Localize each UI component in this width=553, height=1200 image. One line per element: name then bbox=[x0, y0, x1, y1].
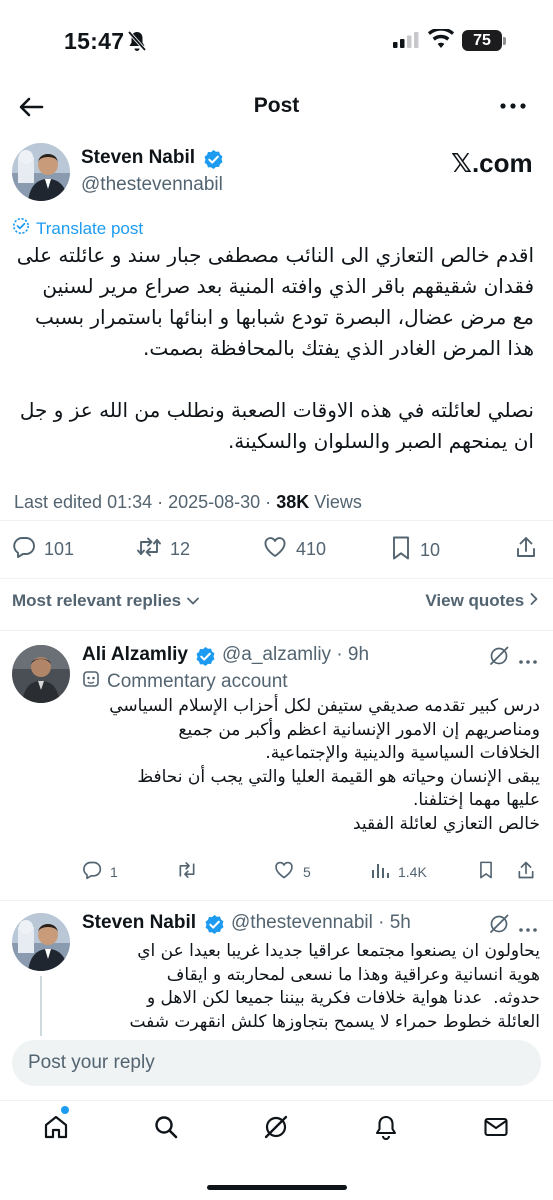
signal-icon bbox=[393, 32, 419, 53]
like-button[interactable]: 410 bbox=[262, 535, 326, 564]
more-options-icon[interactable] bbox=[497, 96, 529, 116]
reply-icon bbox=[12, 535, 36, 564]
reply-button[interactable]: 101 bbox=[12, 535, 74, 564]
bookmark-icon bbox=[390, 535, 412, 566]
views-count: 1.4K bbox=[398, 863, 427, 880]
verified-badge-icon bbox=[203, 149, 224, 175]
view-quotes-label: View quotes bbox=[425, 591, 525, 610]
search-icon[interactable] bbox=[152, 1113, 182, 1143]
like-count: 410 bbox=[296, 539, 327, 559]
globe-icon bbox=[12, 217, 30, 240]
post-actions: 101 12 410 10 bbox=[0, 520, 553, 572]
reply-author-name[interactable]: Ali Alzamliy bbox=[82, 644, 188, 666]
reply-sort-dropdown[interactable]: Most relevant replies bbox=[12, 591, 200, 611]
mask-icon bbox=[82, 670, 100, 694]
views-icon bbox=[370, 860, 390, 883]
reply-icon bbox=[82, 860, 102, 883]
views-label: Views bbox=[309, 492, 362, 512]
reply-author-name[interactable]: Steven Nabil bbox=[82, 912, 196, 934]
status-time: 15:47 bbox=[64, 28, 125, 54]
reply-avatar[interactable] bbox=[12, 913, 70, 971]
messages-icon[interactable] bbox=[482, 1113, 512, 1143]
more-options-icon[interactable] bbox=[518, 652, 538, 670]
share-button[interactable] bbox=[514, 535, 538, 564]
reply-count: 1 bbox=[110, 863, 118, 880]
verified-badge-icon bbox=[204, 914, 225, 940]
reply-composer[interactable]: Post your reply bbox=[12, 1040, 541, 1086]
post-text: اقدم خالص التعازي الى النائب مصطفى جبار … bbox=[16, 243, 534, 453]
post-meta: Last edited 01:34 · 2025-08-30 · 38K Vie… bbox=[14, 492, 362, 513]
divider bbox=[0, 900, 553, 901]
repost-icon bbox=[136, 535, 162, 564]
views-count: 38K bbox=[276, 492, 310, 512]
chevron-down-icon bbox=[186, 591, 200, 610]
bookmark-count: 10 bbox=[420, 540, 441, 560]
top-bar: Post bbox=[0, 80, 553, 132]
heart-icon bbox=[273, 860, 295, 883]
author-handle[interactable]: @thestevennabil bbox=[81, 174, 223, 196]
home-indicator bbox=[207, 1185, 347, 1190]
thread-line bbox=[40, 976, 42, 1036]
repost-button[interactable]: 12 bbox=[136, 535, 190, 564]
view-quotes-link[interactable]: View quotes bbox=[425, 591, 539, 611]
grok-icon[interactable] bbox=[488, 645, 510, 672]
reply-bookmark-button[interactable] bbox=[478, 860, 494, 883]
reply-repost-button[interactable] bbox=[176, 860, 206, 883]
status-bar: 15:47 75 bbox=[0, 0, 553, 80]
bottom-nav bbox=[0, 1100, 553, 1160]
author-name[interactable]: Steven Nabil bbox=[81, 147, 195, 169]
commentary-label: Commentary account bbox=[107, 671, 288, 692]
share-icon bbox=[514, 535, 538, 564]
replies-header: Most relevant replies View quotes bbox=[0, 578, 553, 620]
repost-icon bbox=[176, 860, 198, 883]
reply-sort-label: Most relevant replies bbox=[12, 591, 182, 610]
battery-tip bbox=[503, 37, 506, 45]
new-posts-dot bbox=[61, 1106, 69, 1114]
author-avatar[interactable] bbox=[12, 143, 70, 201]
divider bbox=[0, 630, 553, 631]
translate-label: Translate post bbox=[36, 218, 144, 238]
repost-count: 12 bbox=[170, 539, 191, 559]
reply-like-button[interactable]: 5 bbox=[273, 860, 311, 883]
reply-author-handle[interactable]: @thestevennabil · 5h bbox=[231, 912, 411, 934]
chevron-right-icon bbox=[529, 591, 539, 610]
share-icon bbox=[516, 860, 536, 883]
heart-icon bbox=[262, 535, 288, 564]
reply-count: 101 bbox=[44, 539, 75, 559]
page-title: Post bbox=[253, 94, 300, 117]
battery-level: 75 bbox=[462, 30, 502, 51]
reply-text: يحاولون ان يصنعوا مجتمعا عراقيا جديدا غر… bbox=[129, 941, 540, 1032]
notifications-icon[interactable] bbox=[372, 1113, 402, 1143]
reply-avatar[interactable] bbox=[12, 645, 70, 703]
commentary-badge: Commentary account bbox=[82, 670, 288, 694]
bookmark-button[interactable]: 10 bbox=[390, 535, 440, 566]
home-icon[interactable] bbox=[42, 1113, 72, 1143]
bell-off-icon bbox=[127, 30, 147, 57]
grok-icon[interactable] bbox=[262, 1113, 292, 1143]
bookmark-icon bbox=[478, 860, 494, 883]
reply-views-button[interactable]: 1.4K bbox=[370, 860, 427, 883]
reply-replies-button[interactable]: 1 bbox=[82, 860, 118, 883]
reply-share-button[interactable] bbox=[516, 860, 536, 883]
x-watermark: 𝕏.com bbox=[451, 148, 533, 178]
verified-badge-icon bbox=[195, 646, 216, 672]
reply-author-handle[interactable]: @a_alzamliy · 9h bbox=[222, 644, 369, 666]
reply-placeholder: Post your reply bbox=[28, 1052, 155, 1073]
wifi-icon bbox=[427, 27, 455, 54]
edited-timestamp: Last edited 01:34 · 2025-08-30 · bbox=[14, 492, 277, 512]
reply-text: درس كبير تقدمه صديقي ستيفن لكل أحزاب الإ… bbox=[109, 696, 540, 834]
like-count: 5 bbox=[303, 863, 311, 880]
more-options-icon[interactable] bbox=[518, 920, 538, 938]
grok-icon[interactable] bbox=[488, 913, 510, 940]
translate-post-link[interactable]: Translate post bbox=[12, 217, 143, 240]
